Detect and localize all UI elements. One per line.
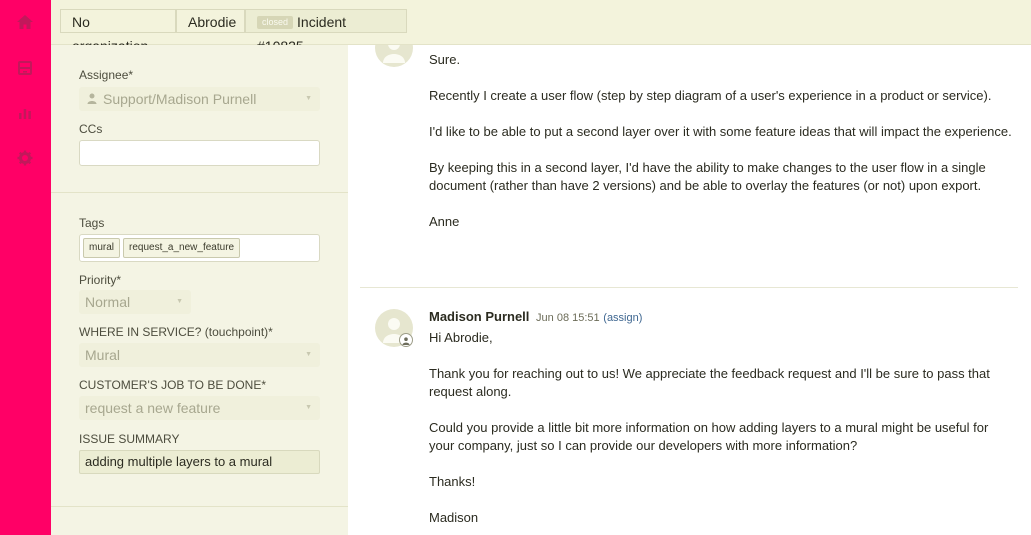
chevron-down-icon: ▼: [305, 404, 312, 411]
ccs-input[interactable]: [79, 140, 320, 166]
message-divider: [360, 287, 1018, 288]
customer-job-select[interactable]: request a new feature ▼: [79, 396, 320, 420]
message-body: Sure. Recently I create a user flow (ste…: [429, 52, 1012, 229]
touchpoint-label: WHERE IN SERVICE? (touchpoint)*: [79, 325, 273, 339]
priority-select[interactable]: Normal ▼: [79, 290, 191, 314]
touchpoint-select[interactable]: Mural ▼: [79, 343, 320, 367]
tag-chip[interactable]: request_a_new_feature: [123, 238, 241, 258]
person-icon: [87, 93, 97, 104]
breadcrumb-requester[interactable]: Abrodie: [176, 9, 245, 33]
inbox-icon[interactable]: [13, 56, 37, 80]
conversation-pane: Sure. Recently I create a user flow (ste…: [348, 45, 1031, 535]
breadcrumb: No organization Abrodie closedIncident #…: [51, 0, 1031, 54]
author-name: Madison Purnell: [429, 309, 530, 324]
navigation-rail: [0, 0, 51, 535]
ccs-label: CCs: [79, 122, 103, 136]
customer-job-label: CUSTOMER'S JOB TO BE DONE*: [79, 378, 266, 392]
priority-label: Priority*: [79, 273, 122, 287]
ticket-properties-panel: Assignee* Support/Madison Purnell ▼ CCs …: [51, 45, 349, 535]
status-badge: closed: [257, 16, 294, 29]
chevron-down-icon: ▼: [305, 351, 312, 358]
chevron-down-icon: ▼: [176, 298, 183, 305]
assignee-label: Assignee*: [79, 68, 134, 82]
issue-summary-label: ISSUE SUMMARY: [79, 432, 180, 446]
message-body: Hi Abrodie, Thank you for reaching out t…: [429, 330, 990, 525]
agent-badge-icon: [399, 333, 413, 347]
tag-chip[interactable]: mural: [83, 238, 121, 258]
gear-icon[interactable]: [13, 146, 37, 170]
message-header: Madison Purnell Jun 08 15:51 (assign): [429, 309, 642, 324]
assignee-select[interactable]: Support/Madison Purnell ▼: [79, 87, 320, 111]
bar-chart-icon[interactable]: [13, 101, 37, 125]
breadcrumb-ticket[interactable]: closedIncident #10825: [245, 9, 407, 54]
assign-link[interactable]: (assign): [603, 312, 642, 324]
section-divider: [51, 506, 348, 507]
home-icon[interactable]: [13, 10, 37, 34]
tags-input[interactable]: mural request_a_new_feature: [79, 234, 320, 262]
section-divider: [51, 192, 348, 193]
avatar: [375, 45, 413, 67]
breadcrumb-organization[interactable]: No organization: [60, 9, 176, 54]
issue-summary-field[interactable]: adding multiple layers to a mural: [79, 450, 320, 474]
tags-label: Tags: [79, 216, 105, 230]
chevron-down-icon: ▼: [305, 95, 312, 102]
message-timestamp: Jun 08 15:51: [536, 312, 600, 324]
